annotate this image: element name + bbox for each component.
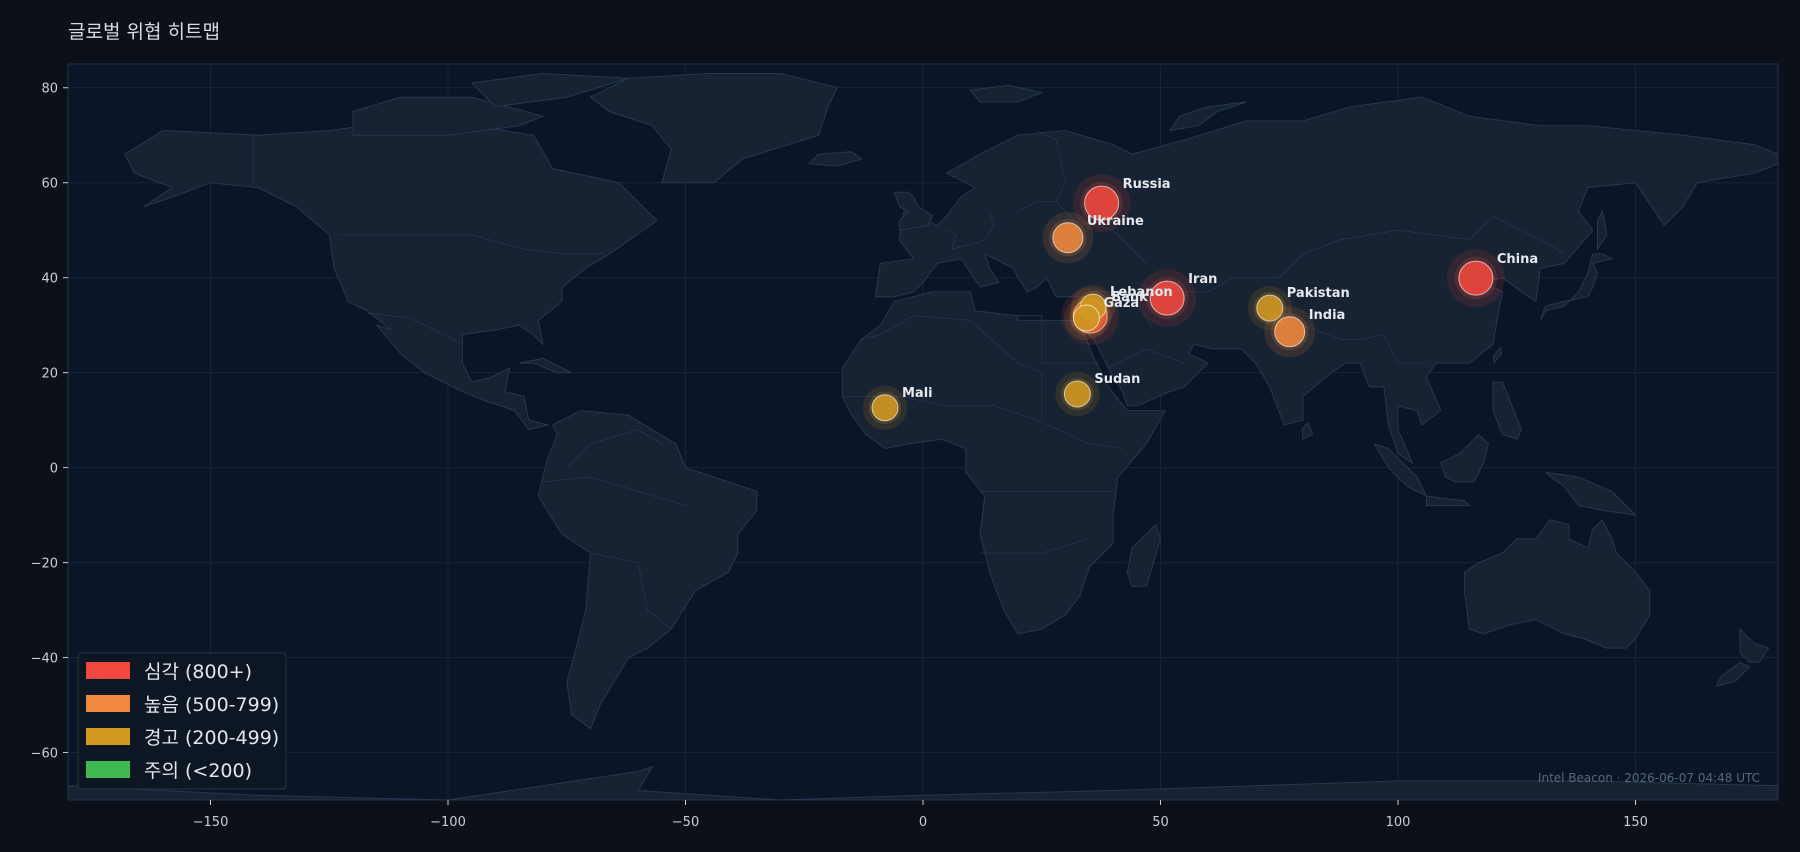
y-tick-label: 0 bbox=[50, 462, 58, 477]
threat-marker-india[interactable] bbox=[1274, 316, 1306, 348]
x-tick-label: 150 bbox=[1623, 815, 1648, 830]
x-axis-ticks: −150 −100 −50 0 50 100 150 bbox=[193, 800, 1648, 830]
threat-label-pakistan: Pakistan bbox=[1287, 286, 1350, 301]
legend-label-0: 심각 (800+) bbox=[144, 661, 252, 683]
legend-label-1: 높음 (500-799) bbox=[144, 694, 279, 716]
threat-label-iran: Iran bbox=[1188, 272, 1217, 287]
threat-label-gaza: Gaza bbox=[1103, 296, 1139, 311]
y-tick-label: −60 bbox=[31, 747, 58, 762]
x-tick-label: 0 bbox=[919, 815, 927, 830]
y-axis-ticks: 80 60 40 20 0 −20 −40 −60 bbox=[31, 82, 68, 762]
credit-text: Intel Beacon · 2026-06-07 04:48 UTC bbox=[1538, 771, 1760, 785]
x-tick-label: −50 bbox=[672, 815, 699, 830]
threat-label-india: India bbox=[1309, 308, 1346, 323]
y-tick-label: −40 bbox=[31, 652, 58, 667]
threat-label-sudan: Sudan bbox=[1094, 372, 1140, 387]
x-tick-label: 50 bbox=[1152, 815, 1169, 830]
threat-label-russia: Russia bbox=[1123, 177, 1171, 192]
y-tick-label: 20 bbox=[41, 367, 58, 382]
x-tick-label: 100 bbox=[1386, 815, 1411, 830]
y-tick-label: 60 bbox=[41, 177, 58, 192]
legend-swatch-2 bbox=[86, 728, 130, 745]
threat-marker-mali[interactable] bbox=[871, 394, 899, 422]
legend-swatch-3 bbox=[86, 761, 130, 778]
legend-swatch-1 bbox=[86, 695, 130, 712]
threat-label-mali: Mali bbox=[902, 386, 933, 401]
threat-marker-sudan[interactable] bbox=[1063, 380, 1091, 408]
threat-marker-ukraine[interactable] bbox=[1052, 222, 1084, 254]
threat-map-figure: 글로벌 위협 히트맵 RussiaUkraineChinaIranBankLeb… bbox=[31, 21, 1779, 830]
y-tick-label: 40 bbox=[41, 272, 58, 287]
legend-swatch-0 bbox=[86, 662, 130, 679]
legend: 심각 (800+) 높음 (500-799) 경고 (200-499) 주의 (<20… bbox=[77, 652, 287, 790]
legend-label-3: 주의 (<200) bbox=[144, 760, 252, 782]
threat-marker-china[interactable] bbox=[1458, 260, 1494, 296]
y-tick-label: −20 bbox=[31, 557, 58, 572]
legend-label-2: 경고 (200-499) bbox=[144, 727, 279, 749]
x-tick-label: −150 bbox=[193, 815, 229, 830]
threat-label-ukraine: Ukraine bbox=[1087, 214, 1144, 229]
threat-marker-gaza[interactable] bbox=[1072, 304, 1100, 332]
y-tick-label: 80 bbox=[41, 82, 58, 97]
x-tick-label: −100 bbox=[430, 815, 466, 830]
map-title: 글로벌 위협 히트맵 bbox=[68, 21, 220, 43]
threat-label-china: China bbox=[1497, 252, 1538, 267]
